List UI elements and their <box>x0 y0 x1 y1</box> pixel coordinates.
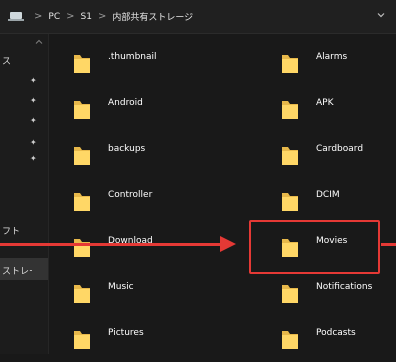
folder-icon <box>280 144 300 166</box>
breadcrumb-s1[interactable]: S1 <box>81 12 92 22</box>
sidebar-item-pinned-4[interactable]: ✦ <box>0 132 46 150</box>
sidebar-item-label: ス <box>2 57 12 67</box>
sidebar-item-software[interactable]: フト <box>0 220 46 238</box>
pin-icon: ✦ <box>30 96 37 105</box>
scroll-up-icon[interactable] <box>35 38 43 46</box>
folder-grid: .thumbnail Alarms Android APK backups Ca… <box>50 34 396 354</box>
navigation-pane: ス ✦ ✦ ✦ ✦ ✦ フト ストレー <box>0 34 49 354</box>
folder-music[interactable]: Music <box>50 270 220 316</box>
sidebar-item-pinned-5[interactable]: ✦ <box>0 152 46 170</box>
movies-highlight-box <box>249 220 380 274</box>
folder-apk[interactable]: APK <box>258 86 396 132</box>
folder-thumbnail[interactable]: .thumbnail <box>50 40 220 86</box>
folder-notifications[interactable]: Notifications <box>258 270 396 316</box>
annotation-arrow-tail <box>381 243 396 246</box>
folder-icon <box>72 190 92 212</box>
folder-name: Notifications <box>316 282 373 292</box>
folder-icon <box>280 328 300 350</box>
folder-name: Alarms <box>316 52 348 62</box>
folder-alarms[interactable]: Alarms <box>258 40 396 86</box>
pin-icon: ✦ <box>30 116 37 125</box>
sidebar-item-quick-access[interactable]: ス ✦ <box>0 50 46 85</box>
folder-cardboard[interactable]: Cardboard <box>258 132 396 178</box>
folder-dcim[interactable]: DCIM <box>258 178 396 224</box>
folder-icon <box>72 52 92 74</box>
annotation-arrow-line <box>0 243 222 246</box>
folder-name: .thumbnail <box>108 52 157 62</box>
chevron-down-icon[interactable] <box>376 10 386 20</box>
sidebar-item-pinned-2[interactable]: ✦ <box>0 90 46 108</box>
sidebar-item-label: ストレー <box>2 267 32 277</box>
file-explorer-window: > PC > S1 > 内部共有ストレージ ス ✦ ✦ ✦ ✦ ✦ フト ストレ… <box>0 0 396 354</box>
folder-icon <box>72 144 92 166</box>
folder-icon <box>280 52 300 74</box>
folder-name: Cardboard <box>316 144 364 154</box>
pc-icon <box>8 11 24 22</box>
folder-icon <box>72 236 92 258</box>
sidebar-item-internal-storage[interactable]: ストレー <box>0 260 46 278</box>
folder-download[interactable]: Download <box>50 224 220 270</box>
breadcrumb-pc[interactable]: PC <box>48 12 60 22</box>
folder-name: Android <box>108 98 143 108</box>
folder-backups[interactable]: backups <box>50 132 220 178</box>
pin-icon: ✦ <box>30 138 37 147</box>
folder-name: DCIM <box>316 190 340 200</box>
folder-name: APK <box>316 98 334 108</box>
folder-icon <box>280 98 300 120</box>
sidebar-item-label: フト <box>2 227 21 237</box>
folder-icon <box>280 190 300 212</box>
breadcrumb-separator: > <box>34 11 43 22</box>
folder-icon <box>280 282 300 304</box>
folder-name: Pictures <box>108 328 144 338</box>
folder-podcasts[interactable]: Podcasts <box>258 316 396 362</box>
annotation-arrow-head <box>220 236 236 252</box>
folder-icon <box>72 328 92 350</box>
folder-name: backups <box>108 144 146 154</box>
pin-icon: ✦ <box>30 76 37 85</box>
folder-name: Music <box>108 282 134 292</box>
folder-android[interactable]: Android <box>50 86 220 132</box>
breadcrumb-separator: > <box>97 11 107 22</box>
breadcrumb-internal-storage[interactable]: 内部共有ストレージ <box>112 10 193 23</box>
folder-controller[interactable]: Controller <box>50 178 220 224</box>
folder-pictures[interactable]: Pictures <box>50 316 220 362</box>
folder-icon <box>72 282 92 304</box>
breadcrumb-separator: > <box>66 11 75 22</box>
sidebar-item-pinned-3[interactable]: ✦ <box>0 110 46 128</box>
folder-name: Podcasts <box>316 328 356 338</box>
address-bar[interactable]: > PC > S1 > 内部共有ストレージ <box>0 0 396 34</box>
folder-icon <box>72 98 92 120</box>
folder-name: Controller <box>108 190 153 200</box>
pin-icon: ✦ <box>30 154 37 163</box>
